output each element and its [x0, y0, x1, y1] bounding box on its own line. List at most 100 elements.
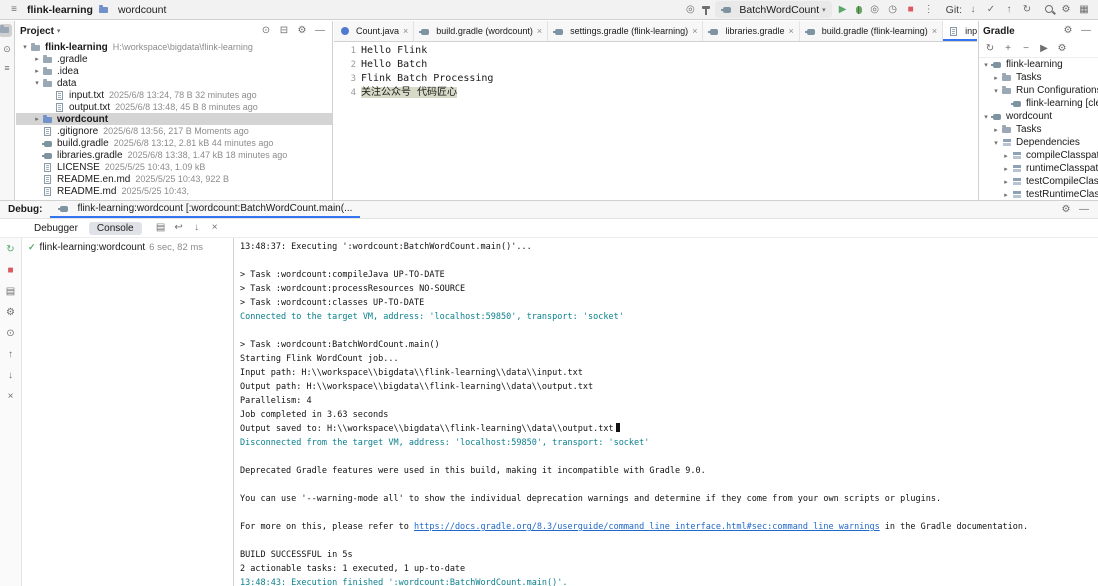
editor-tab-input.txt[interactable]: input.txt×: [943, 21, 977, 41]
detach-project-icon[interactable]: −: [1018, 41, 1034, 57]
layout-windows-icon[interactable]: ▦: [1076, 2, 1092, 18]
build-project-icon[interactable]: [700, 4, 712, 16]
project-item-readme.md[interactable]: README.md2025/5/25 10:43,: [16, 185, 332, 197]
editor-tab-build.gradle-flink-learning[interactable]: build.gradle (flink-learning)×: [800, 21, 943, 41]
search-everywhere-icon[interactable]: [1044, 4, 1056, 16]
git-fetch-icon[interactable]: ↻: [1019, 2, 1035, 18]
close-tab-icon[interactable]: ×: [932, 26, 937, 36]
chevron-right-icon[interactable]: ▸: [1001, 178, 1011, 186]
panel-settings-icon[interactable]: ⚙: [294, 23, 310, 39]
chevron-right-icon[interactable]: ▸: [991, 74, 1001, 82]
git-commit-icon[interactable]: ✓: [983, 2, 999, 18]
chevron-down-icon[interactable]: ▾: [20, 43, 30, 51]
debug-view-tab-console[interactable]: Console: [89, 222, 142, 235]
chevron-right-icon[interactable]: ▸: [1001, 165, 1011, 173]
gradle-item-run-configurations[interactable]: ▾Run Configurations: [979, 84, 1098, 97]
chevron-down-icon[interactable]: ▾: [991, 139, 1001, 147]
code-with-me-icon[interactable]: ◎: [682, 2, 698, 18]
stop-button[interactable]: ■: [903, 2, 919, 18]
commit-tool-icon[interactable]: ⊙: [1, 43, 14, 56]
gradle-item-compileclasspath[interactable]: ▸compileClasspath: [979, 149, 1098, 162]
profiler-button[interactable]: ◷: [885, 2, 901, 18]
gradle-settings-icon[interactable]: ⚙: [1054, 41, 1070, 57]
editor-tab-libraries.gradle[interactable]: libraries.gradle×: [703, 21, 799, 41]
restore-layout-icon[interactable]: ▤: [3, 284, 19, 300]
debug-session-node[interactable]: ✓ flink-learning:wordcount 6 sec, 82 ms: [28, 242, 227, 253]
debug-view-tab-debugger[interactable]: Debugger: [26, 222, 86, 235]
project-item-.gitignore[interactable]: .gitignore2025/6/8 13:56, 217 B Moments …: [16, 125, 332, 137]
gradle-item-testruntimeclasspath[interactable]: ▸testRuntimeClasspath: [979, 188, 1098, 200]
console-link[interactable]: https://docs.gradle.org/8.3/userguide/co…: [414, 522, 880, 532]
chevron-right-icon[interactable]: ▸: [1001, 191, 1011, 199]
close-tab-icon[interactable]: ×: [692, 26, 697, 36]
project-item-license[interactable]: LICENSE2025/5/25 10:43, 1.09 kB: [16, 161, 332, 173]
project-item-.gradle[interactable]: ▸.gradle: [16, 53, 332, 65]
pin-tab-icon[interactable]: ⊙: [3, 326, 19, 342]
more-actions-button[interactable]: ⋮: [921, 2, 937, 18]
stop-button[interactable]: ■: [3, 263, 19, 279]
gradle-item-tasks[interactable]: ▸Tasks: [979, 123, 1098, 136]
layout-settings-icon[interactable]: ▤: [153, 220, 169, 236]
gradle-item-flink-learning[interactable]: ▾flink-learning: [979, 58, 1098, 71]
project-item-input.txt[interactable]: input.txt2025/6/8 13:24, 78 B 32 minutes…: [16, 89, 332, 101]
project-item-build.gradle[interactable]: build.gradle2025/6/8 13:12, 2.81 kB 44 m…: [16, 137, 332, 149]
reload-gradle-icon[interactable]: ↻: [982, 41, 998, 57]
locate-file-icon[interactable]: ⊙: [258, 23, 274, 39]
project-tool-icon[interactable]: [0, 24, 12, 37]
hide-panel-icon[interactable]: —: [312, 23, 328, 39]
execute-task-icon[interactable]: ▶: [1036, 41, 1052, 57]
close-tab-icon[interactable]: ×: [537, 26, 542, 36]
hide-panel-icon[interactable]: —: [1078, 23, 1094, 39]
clear-console-icon[interactable]: ×: [207, 220, 223, 236]
rerun-button[interactable]: ↻: [3, 242, 19, 258]
main-menu-icon[interactable]: ≡: [6, 2, 22, 18]
run-configuration-select[interactable]: BatchWordCount ▾: [715, 1, 831, 18]
editor-tab-build.gradle-wordcount[interactable]: build.gradle (wordcount)×: [414, 21, 548, 41]
chevron-right-icon[interactable]: ▸: [32, 67, 42, 75]
debug-settings-icon[interactable]: ⚙: [3, 305, 19, 321]
editor-body[interactable]: 1234 Hello FlinkHello BatchFlink Batch P…: [334, 42, 977, 100]
chevron-right-icon[interactable]: ▸: [991, 126, 1001, 134]
project-panel-title[interactable]: Project: [20, 26, 54, 37]
close-tab-icon[interactable]: ×: [403, 26, 408, 36]
panel-settings-icon[interactable]: ⚙: [1058, 202, 1074, 218]
project-name[interactable]: flink-learning: [27, 4, 93, 16]
debug-session-tab[interactable]: flink-learning:wordcount [:wordcount:Bat…: [50, 201, 360, 218]
settings-icon[interactable]: ⚙: [1058, 2, 1074, 18]
scroll-to-end-icon[interactable]: ↓: [189, 220, 205, 236]
project-item-libraries.gradle[interactable]: libraries.gradle2025/6/8 13:38, 1.47 kB …: [16, 149, 332, 161]
coverage-button[interactable]: ◎: [867, 2, 883, 18]
run-button[interactable]: ▶: [835, 2, 851, 18]
gradle-item-wordcount[interactable]: ▾wordcount: [979, 110, 1098, 123]
chevron-down-icon[interactable]: ▾: [32, 79, 42, 87]
git-push-icon[interactable]: ↑: [1001, 2, 1017, 18]
gradle-item-runtimeclasspath[interactable]: ▸runtimeClasspath: [979, 162, 1098, 175]
chevron-down-icon[interactable]: ▾: [981, 61, 991, 69]
console-output[interactable]: 13:48:37: Executing ':wordcount:BatchWor…: [234, 238, 1098, 586]
prev-occurrence-icon[interactable]: ↑: [3, 347, 19, 363]
chevron-right-icon[interactable]: ▸: [32, 115, 42, 123]
close-icon[interactable]: ×: [3, 389, 19, 405]
editor-tab-count.java[interactable]: Count.java×: [334, 21, 414, 41]
project-item-readme.en.md[interactable]: README.en.md2025/5/25 10:43, 922 B: [16, 173, 332, 185]
module-breadcrumb[interactable]: wordcount: [118, 4, 166, 16]
gradle-item-testcompileclasspath[interactable]: ▸testCompileClasspath: [979, 175, 1098, 188]
project-item-output.txt[interactable]: output.txt2025/6/8 13:48, 45 B 8 minutes…: [16, 101, 332, 113]
panel-settings-icon[interactable]: ⚙: [1060, 23, 1076, 39]
soft-wrap-icon[interactable]: ↩: [171, 220, 187, 236]
editor-tab-settings.gradle-flink-learning[interactable]: settings.gradle (flink-learning)×: [548, 21, 703, 41]
collapse-all-icon[interactable]: ⊟: [276, 23, 292, 39]
chevron-down-icon[interactable]: ▾: [981, 113, 991, 121]
project-item-wordcount[interactable]: ▸wordcount: [16, 113, 332, 125]
chevron-down-icon[interactable]: ▾: [57, 27, 61, 35]
gradle-item-flink-learning-clear[interactable]: flink-learning [clear: [979, 97, 1098, 110]
project-item-data[interactable]: ▾data: [16, 77, 332, 89]
hide-panel-icon[interactable]: —: [1076, 202, 1092, 218]
structure-tool-icon[interactable]: ≡: [1, 62, 14, 75]
chevron-right-icon[interactable]: ▸: [32, 55, 42, 63]
gradle-item-dependencies[interactable]: ▾Dependencies: [979, 136, 1098, 149]
project-item-flink-learning[interactable]: ▾flink-learningH:\workspace\bigdata\flin…: [16, 41, 332, 53]
gradle-item-tasks[interactable]: ▸Tasks: [979, 71, 1098, 84]
chevron-down-icon[interactable]: ▾: [991, 87, 1001, 95]
next-occurrence-icon[interactable]: ↓: [3, 368, 19, 384]
